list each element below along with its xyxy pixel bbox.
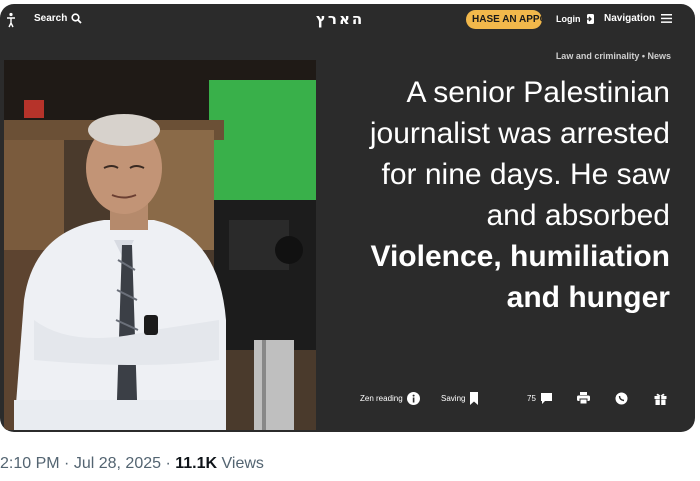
breadcrumb[interactable]: Law and criminality • News (556, 51, 671, 61)
site-logo[interactable]: הארץ (316, 10, 364, 28)
save-article-button[interactable]: Saving (441, 392, 479, 405)
headline-text: A senior Palestinian journalist was arre… (369, 76, 670, 232)
article-card[interactable]: Search הארץ HASE AN APPOI Login Navigati… (0, 4, 695, 432)
navigation-label: Navigation (604, 13, 656, 24)
journalist-portrait-image (4, 60, 316, 430)
views-label: Views (221, 455, 264, 472)
gift-icon (654, 393, 667, 405)
subscribe-button[interactable]: HASE AN APPOI (466, 10, 542, 29)
info-icon (406, 392, 420, 405)
login-label: Login (556, 14, 581, 24)
zen-reading-label: Zen reading (360, 394, 403, 403)
whatsapp-icon (615, 392, 628, 405)
article-headline[interactable]: A senior Palestinian journalist was arre… (350, 72, 670, 318)
whatsapp-share-button[interactable] (615, 392, 628, 405)
site-header: Search הארץ HASE AN APPOI Login Navigati… (0, 4, 695, 36)
search-button[interactable]: Search (34, 13, 82, 24)
comments-count: 75 (527, 394, 536, 403)
accessibility-icon[interactable] (6, 12, 16, 28)
comment-icon (540, 393, 552, 404)
article-photo (4, 60, 316, 430)
views-count: 11.1K (175, 455, 218, 472)
login-icon (584, 14, 594, 24)
gift-article-button[interactable] (654, 392, 667, 405)
article-toolbar: Zen reading Saving 75 (0, 392, 695, 412)
separator: · (64, 455, 70, 472)
search-label: Search (34, 13, 68, 24)
search-icon (71, 13, 82, 24)
print-icon (577, 392, 590, 404)
zen-reading-button[interactable]: Zen reading (360, 392, 420, 405)
separator: · (165, 455, 171, 472)
navigation-button[interactable]: Navigation (604, 13, 673, 24)
hamburger-menu-icon (661, 14, 673, 23)
tweet-time[interactable]: 2:10 PM (0, 455, 60, 472)
tweet-date[interactable]: Jul 28, 2025 (74, 455, 161, 472)
headline-emphasis: Violence, humiliation and hunger (370, 240, 670, 314)
print-button[interactable] (577, 392, 590, 404)
comments-button[interactable]: 75 (527, 392, 553, 405)
login-button[interactable]: Login (556, 13, 596, 25)
bookmark-icon (470, 392, 479, 405)
saving-label: Saving (441, 394, 466, 403)
tweet-metadata: 2:10 PM · Jul 28, 2025 · 11.1K Views (0, 455, 264, 473)
